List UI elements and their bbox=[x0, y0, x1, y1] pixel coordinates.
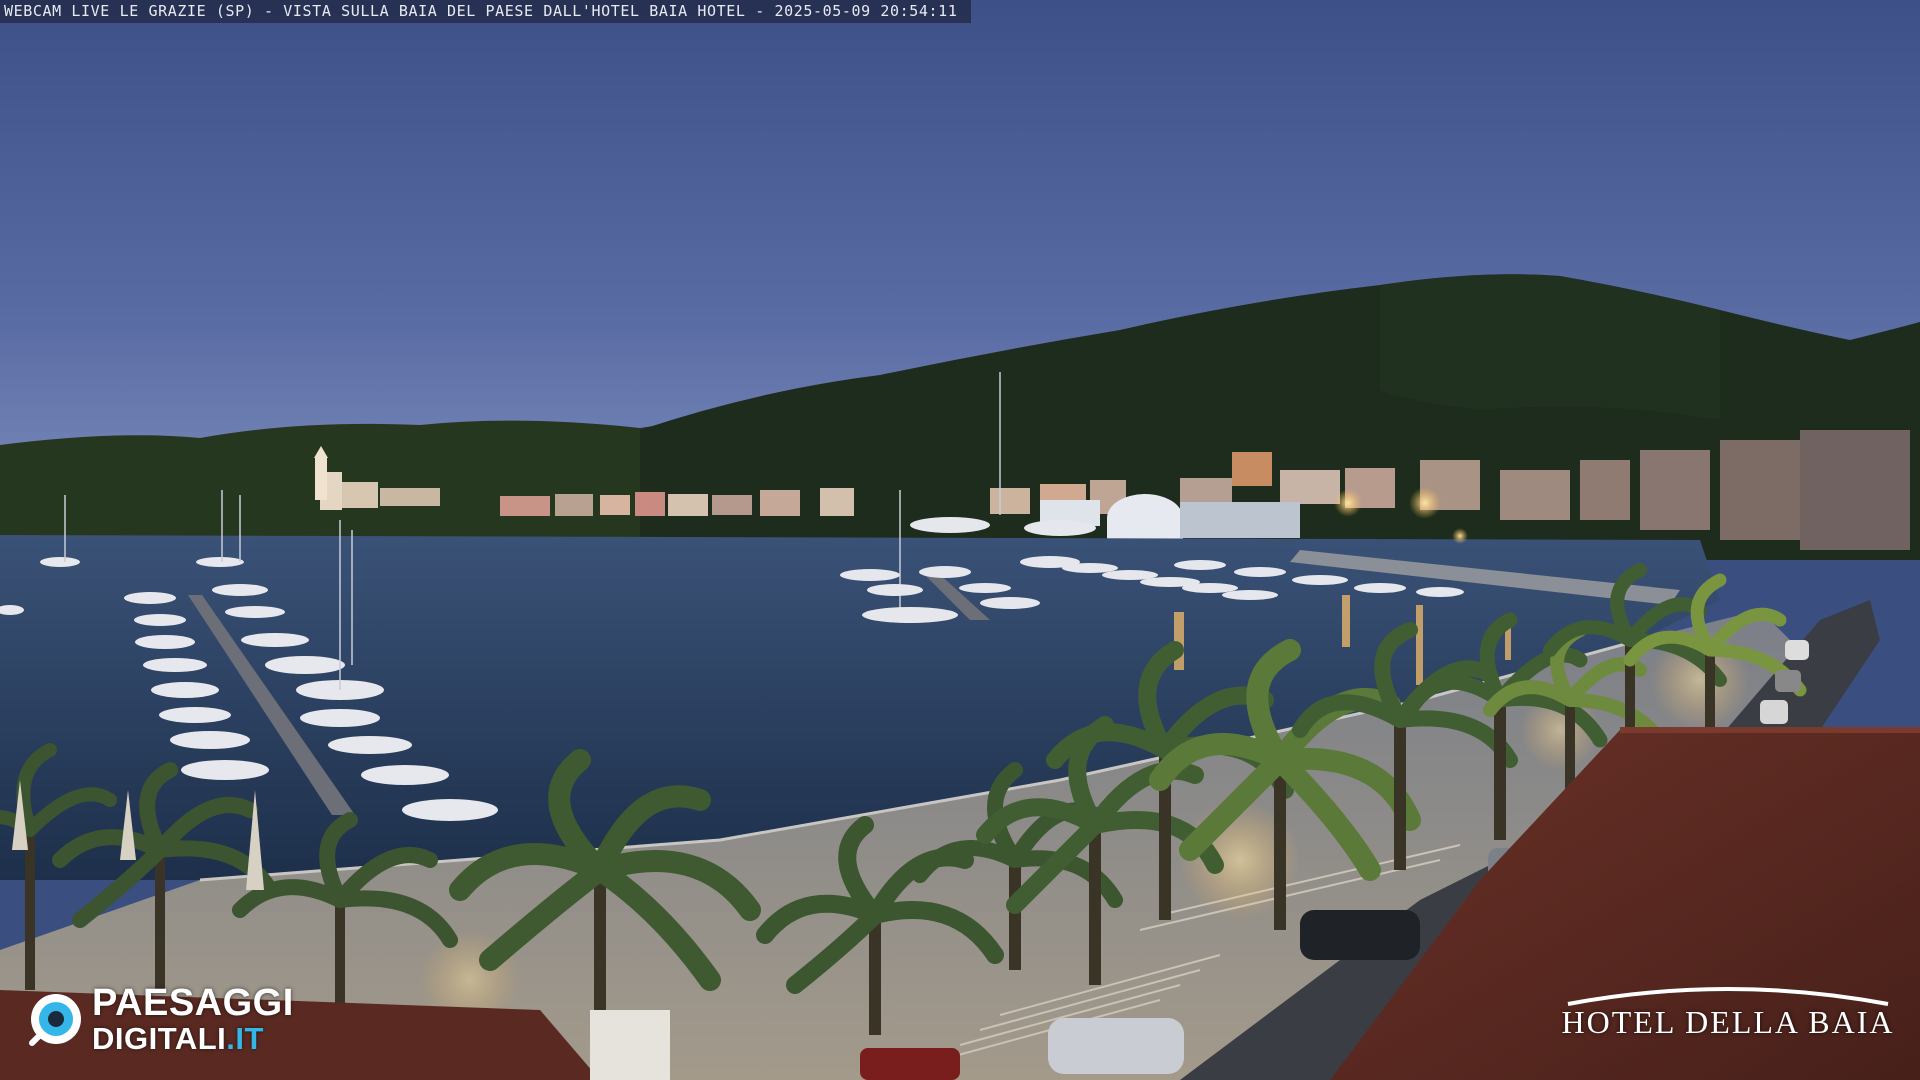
logo-line2-main: DIGITALI bbox=[92, 1021, 227, 1056]
hotel-name: HOTEL DELLA BAIA bbox=[1561, 1004, 1895, 1040]
church-tower bbox=[315, 458, 327, 500]
paesaggi-digitali-logo: PAESAGGI DIGITALI.IT bbox=[28, 984, 294, 1054]
logo-line1: PAESAGGI bbox=[92, 982, 294, 1024]
logo-line2-suffix: .IT bbox=[226, 1021, 264, 1056]
webcam-scene bbox=[0, 0, 1920, 1080]
hotel-della-baia-logo: HOTEL DELLA BAIA bbox=[1558, 982, 1898, 1041]
logo-line2: DIGITALI.IT bbox=[92, 1023, 294, 1054]
webcam-title-overlay: WEBCAM LIVE LE GRAZIE (SP) - VISTA SULLA… bbox=[0, 0, 972, 23]
webcam-title-text: WEBCAM LIVE LE GRAZIE (SP) - VISTA SULLA… bbox=[4, 2, 958, 20]
eye-icon bbox=[29, 994, 81, 1046]
